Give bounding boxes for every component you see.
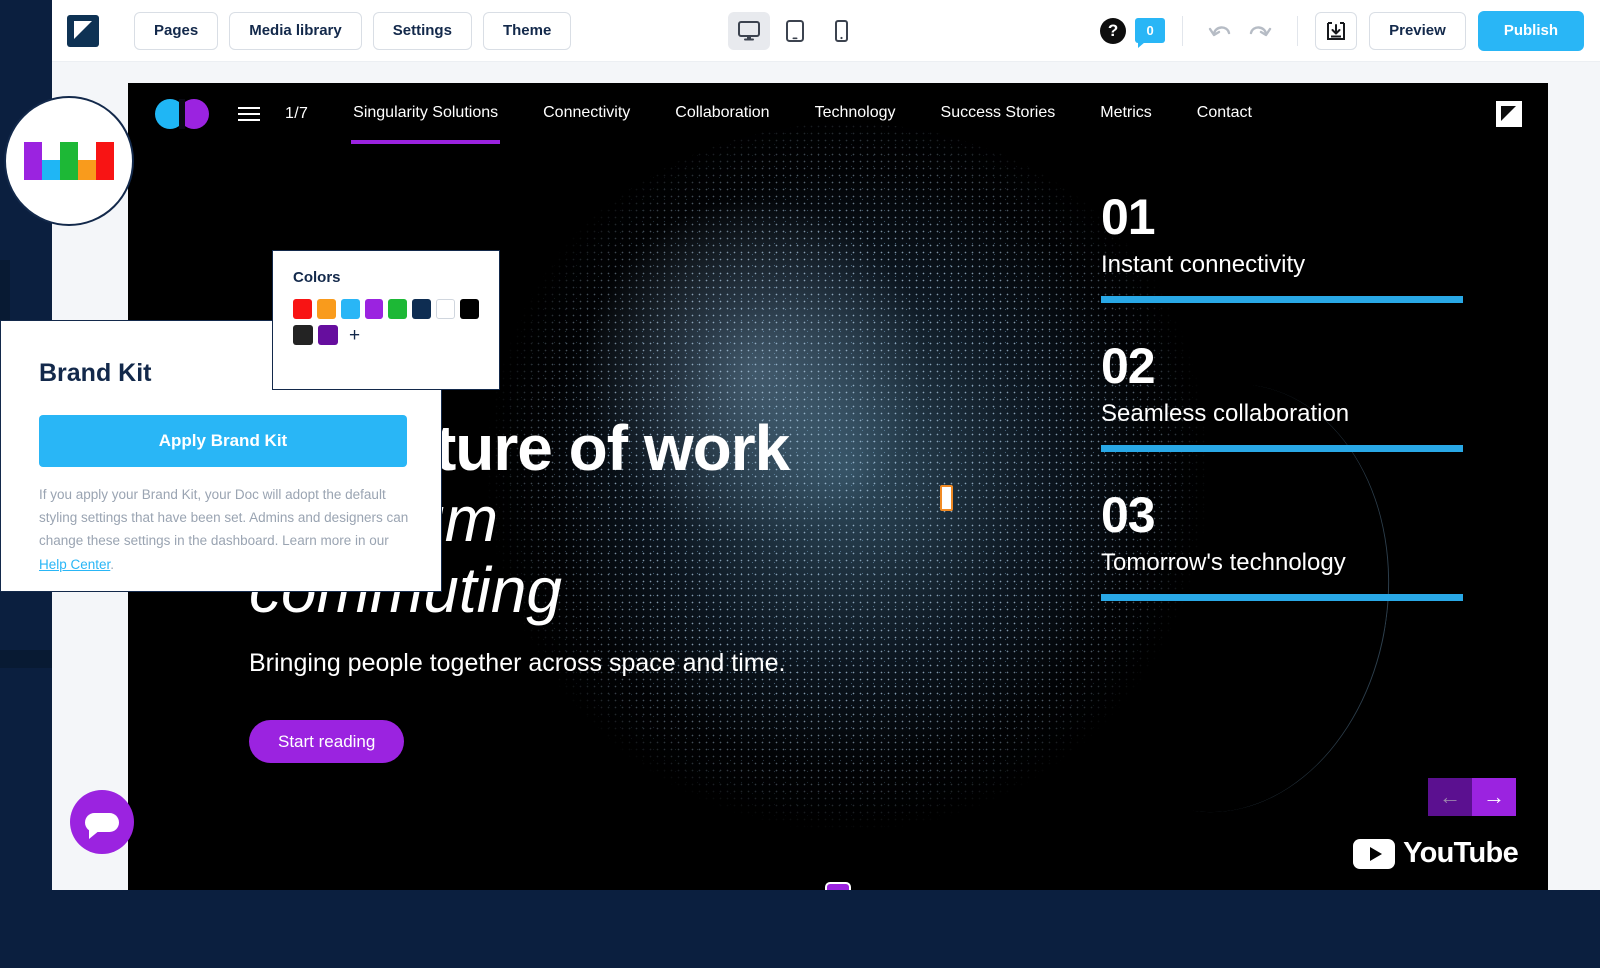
nav-item-connectivity[interactable]: Connectivity — [543, 104, 630, 125]
preview-button[interactable]: Preview — [1369, 12, 1466, 50]
pages-button[interactable]: Pages — [134, 12, 218, 50]
color-swatch-black[interactable] — [460, 299, 479, 319]
device-tablet-button[interactable] — [774, 12, 816, 50]
nav-item-contact[interactable]: Contact — [1197, 104, 1252, 125]
hamburger-line — [238, 119, 260, 121]
add-color-button[interactable]: + — [349, 326, 360, 345]
color-swatch-row-1 — [293, 299, 479, 319]
color-swatch-darkpurple[interactable] — [318, 325, 338, 345]
color-swatch-navy[interactable] — [412, 299, 431, 319]
feature-number: 01 — [1101, 190, 1463, 244]
toolbar-divider-2 — [1297, 16, 1298, 46]
undo-button[interactable] — [1200, 12, 1240, 50]
theme-button[interactable]: Theme — [483, 12, 571, 50]
screen-root: Pages Media library Settings Theme — [0, 0, 1600, 968]
download-button[interactable] — [1315, 12, 1357, 50]
toolbar-nav-buttons: Pages Media library Settings Theme — [134, 12, 571, 50]
brand-kit-description-text: If you apply your Brand Kit, your Doc wi… — [39, 487, 408, 548]
hamburger-line — [238, 113, 260, 115]
toolbar-right-group: ? 0 — [1100, 11, 1600, 51]
colors-panel: Colors + — [272, 250, 500, 390]
undo-arrow-icon — [1207, 21, 1233, 41]
tablet-icon — [786, 20, 804, 42]
backdrop-bottom — [0, 890, 1600, 968]
media-library-button[interactable]: Media library — [229, 12, 362, 50]
toolbar-divider-1 — [1182, 16, 1183, 46]
logo-bar-5 — [96, 142, 114, 180]
feature-label: Instant connectivity — [1101, 251, 1463, 279]
color-swatch-row-2: + — [293, 325, 479, 345]
device-mobile-button[interactable] — [820, 12, 862, 50]
youtube-label: YouTube — [1403, 837, 1518, 870]
bar-chart-logo-icon — [4, 96, 134, 226]
brand-kit-description: If you apply your Brand Kit, your Doc wi… — [39, 483, 411, 576]
hamburger-line — [238, 107, 260, 109]
logo-bar-3 — [60, 142, 78, 180]
apply-brand-kit-button[interactable]: Apply Brand Kit — [39, 415, 407, 467]
editor-toolbar: Pages Media library Settings Theme — [52, 0, 1600, 62]
hamburger-menu-icon[interactable] — [238, 107, 260, 121]
brand-kit-description-period: . — [110, 557, 114, 572]
nav-item-success-stories[interactable]: Success Stories — [941, 104, 1056, 125]
download-box-icon — [1326, 21, 1346, 41]
nav-item-technology[interactable]: Technology — [815, 104, 896, 125]
color-swatch-lightblue[interactable] — [341, 299, 360, 319]
color-swatch-red[interactable] — [293, 299, 312, 319]
nav-item-collaboration[interactable]: Collaboration — [675, 104, 769, 125]
feature-number: 02 — [1101, 339, 1463, 393]
logo-circle-overlap — [179, 99, 185, 129]
feature-item-02: 02 Seamless collaboration — [1101, 339, 1463, 452]
logo-bar-1 — [24, 142, 42, 180]
feature-bar — [1101, 296, 1463, 303]
feature-item-03: 03 Tomorrow's technology — [1101, 488, 1463, 601]
logo-bar-4 — [78, 160, 96, 180]
help-icon[interactable]: ? — [1100, 18, 1126, 44]
flag-logo-icon[interactable] — [1496, 101, 1522, 127]
settings-button[interactable]: Settings — [373, 12, 472, 50]
comment-count-badge[interactable]: 0 — [1135, 18, 1165, 43]
feature-bar — [1101, 445, 1463, 452]
section-drag-handle[interactable] — [825, 882, 851, 890]
color-swatch-purple[interactable] — [365, 299, 384, 319]
flag-logo-icon[interactable] — [67, 15, 99, 47]
slide-navigation: ← → — [1428, 778, 1516, 816]
nav-item-metrics[interactable]: Metrics — [1100, 104, 1152, 125]
overlapping-circles-logo-icon[interactable] — [155, 99, 209, 129]
device-desktop-button[interactable] — [728, 12, 770, 50]
youtube-logo[interactable]: YouTube — [1353, 837, 1518, 870]
logo-bar-2 — [42, 160, 60, 180]
start-reading-button[interactable]: Start reading — [249, 720, 404, 763]
color-swatch-orange[interactable] — [317, 299, 336, 319]
site-navigation-bar: 1/7 Singularity Solutions Connectivity C… — [128, 83, 1548, 145]
chat-bubble-icon[interactable] — [70, 790, 134, 854]
feature-bar — [1101, 594, 1463, 601]
redo-arrow-icon — [1247, 21, 1273, 41]
arrow-right-icon[interactable]: → — [1472, 778, 1516, 816]
hero-subtitle: Bringing people together across space an… — [249, 649, 889, 678]
page-counter: 1/7 — [285, 105, 308, 123]
arrow-left-icon[interactable]: ← — [1428, 778, 1472, 816]
desktop-icon — [738, 21, 760, 41]
color-swatch-green[interactable] — [388, 299, 407, 319]
logo-bars — [24, 142, 114, 180]
colors-panel-title: Colors — [293, 269, 479, 286]
feature-item-01: 01 Instant connectivity — [1101, 190, 1463, 303]
nav-item-singularity-solutions[interactable]: Singularity Solutions — [353, 104, 498, 125]
youtube-play-icon — [1353, 839, 1395, 869]
feature-label: Seamless collaboration — [1101, 400, 1463, 428]
device-selector — [728, 12, 862, 50]
chat-bubble-shape — [85, 813, 119, 832]
color-swatch-white[interactable] — [436, 299, 455, 319]
feature-number: 03 — [1101, 488, 1463, 542]
redo-button[interactable] — [1240, 12, 1280, 50]
feature-list: 01 Instant connectivity 02 Seamless coll… — [1101, 190, 1463, 637]
selection-handle[interactable] — [940, 485, 953, 511]
publish-button[interactable]: Publish — [1478, 11, 1584, 51]
mobile-icon — [835, 20, 848, 42]
help-center-link[interactable]: Help Center — [39, 557, 110, 572]
backdrop-accent-2 — [0, 650, 52, 668]
color-swatch-darkgray[interactable] — [293, 325, 313, 345]
feature-label: Tomorrow's technology — [1101, 549, 1463, 577]
